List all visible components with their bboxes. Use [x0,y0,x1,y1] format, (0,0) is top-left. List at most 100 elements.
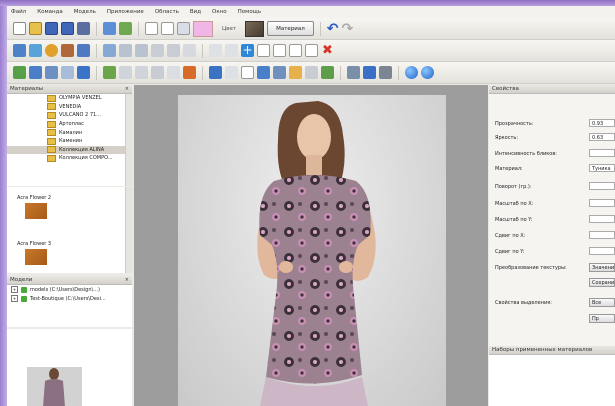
materials-scrollbar[interactable] [125,94,133,186]
box-icon[interactable] [347,66,360,79]
save-as-icon[interactable] [61,22,74,35]
expand-icon[interactable]: + [11,286,18,293]
select-all-button[interactable]: Все [589,298,615,307]
materials-close-icon[interactable]: × [125,85,129,94]
document-icon[interactable] [305,44,318,57]
frame-icon[interactable] [61,66,74,79]
redo-icon[interactable]: ↷ [342,22,354,36]
select-icon[interactable] [145,22,158,35]
draw-icon[interactable] [13,66,26,79]
folder-item-selected[interactable]: Коллекция ALINA [7,145,125,155]
shift-x-field[interactable] [589,231,615,239]
paste-icon[interactable] [273,44,286,57]
fill-icon[interactable] [103,66,116,79]
mask-icon[interactable] [305,66,318,79]
settings-icon[interactable] [321,66,334,79]
arrow-left-icon[interactable] [103,44,116,57]
folder-item[interactable]: Коллекция COMPO... [7,154,125,163]
photo-canvas[interactable] [178,95,446,406]
gloss-field[interactable] [589,149,615,157]
layers2-icon[interactable] [273,66,286,79]
model-photo[interactable] [178,95,446,406]
arrow-up-icon[interactable] [151,44,164,57]
image-icon[interactable] [45,66,58,79]
crop-icon[interactable] [151,66,164,79]
pattern-icon[interactable] [225,66,238,79]
picture-icon[interactable] [77,66,90,79]
copy-icon[interactable] [257,44,270,57]
shape-icon[interactable] [77,44,90,57]
menu-view[interactable]: Вид [190,9,201,15]
extra-button[interactable]: Пр [589,314,615,323]
color-swatch[interactable] [193,20,213,37]
zoom-out-icon[interactable] [225,44,238,57]
grid-view-icon[interactable] [29,66,42,79]
brush-icon[interactable] [119,66,132,79]
print-icon[interactable] [77,22,90,35]
menu-model[interactable]: Модель [74,9,96,15]
checkmark-icon[interactable] [21,286,27,293]
save-texture-button[interactable]: Сохранить [589,278,615,287]
globe-icon[interactable] [421,66,434,79]
models-close-icon[interactable]: × [125,276,129,285]
page-icon[interactable] [241,66,254,79]
menu-area[interactable]: Область [155,9,179,15]
save-icon[interactable] [45,22,58,35]
menu-help[interactable]: Помощь [238,9,261,15]
folder-icon[interactable] [289,66,302,79]
texture-icon[interactable] [61,44,74,57]
expand-icon[interactable]: + [11,295,18,302]
select-area-icon[interactable] [161,22,174,35]
checkmark-icon[interactable] [21,295,27,302]
import-icon[interactable] [103,22,116,35]
transform-icon[interactable] [167,66,180,79]
folder-item[interactable]: Каменин [7,137,125,146]
new-file-icon[interactable] [13,22,26,35]
folder-item[interactable]: Артоплас [7,120,125,129]
mirror-icon[interactable] [183,44,196,57]
arrow-right-icon[interactable] [119,44,132,57]
shirt-icon[interactable] [363,66,376,79]
material-preview-icon[interactable] [245,20,265,37]
duplicate-icon[interactable] [289,44,302,57]
folder-item[interactable]: VULCANO 2 71... [7,111,125,120]
thumbnails-scrollbar[interactable] [125,187,133,273]
material-field[interactable]: Туника [589,164,615,172]
thumbnail-item[interactable]: Acra Flower 2 [17,195,62,219]
delete-icon[interactable]: ✖ [321,44,334,57]
menu-file[interactable]: Файл [11,9,26,15]
eraser-icon[interactable] [135,66,148,79]
texture-value-button[interactable]: Значение [589,263,615,272]
folder-item[interactable]: Камалин [7,128,125,137]
folder-item[interactable]: VENEDIA [7,103,125,112]
export-icon[interactable] [119,22,132,35]
zoom-in-icon[interactable] [209,44,222,57]
camera-icon[interactable] [379,66,392,79]
open-folder-icon[interactable] [29,22,42,35]
model-icon[interactable] [13,44,26,57]
menu-application[interactable]: Приложение [107,9,144,15]
menu-command[interactable]: Команда [37,9,63,15]
rotate-icon[interactable] [167,44,180,57]
pages-icon[interactable] [257,66,270,79]
transparency-field[interactable]: 0.93 [589,119,615,127]
shift-y-field[interactable] [589,247,615,255]
canvas-area[interactable] [134,85,488,406]
info-icon[interactable] [405,66,418,79]
add-icon[interactable]: + [241,44,254,57]
model-item[interactable]: + Test-Boutique (C:\Users\Desi... [7,294,132,303]
brightness-field[interactable]: 0.63 [589,133,615,141]
paint-icon[interactable] [183,66,196,79]
undo-icon[interactable]: ↶ [327,22,339,36]
layers-icon[interactable] [29,44,42,57]
dress-icon[interactable] [209,66,222,79]
model-item[interactable]: + models (C:\Users\Design\...) [7,285,132,294]
rotation-field[interactable] [589,182,615,190]
thumbnail-item[interactable]: Acra Flower 3 [17,241,62,265]
scale-y-field[interactable] [589,215,615,223]
light-icon[interactable] [45,44,58,57]
material-button[interactable]: Материал [267,21,314,36]
scale-x-field[interactable] [589,199,615,207]
grid-icon[interactable] [177,22,190,35]
arrow-down-icon[interactable] [135,44,148,57]
